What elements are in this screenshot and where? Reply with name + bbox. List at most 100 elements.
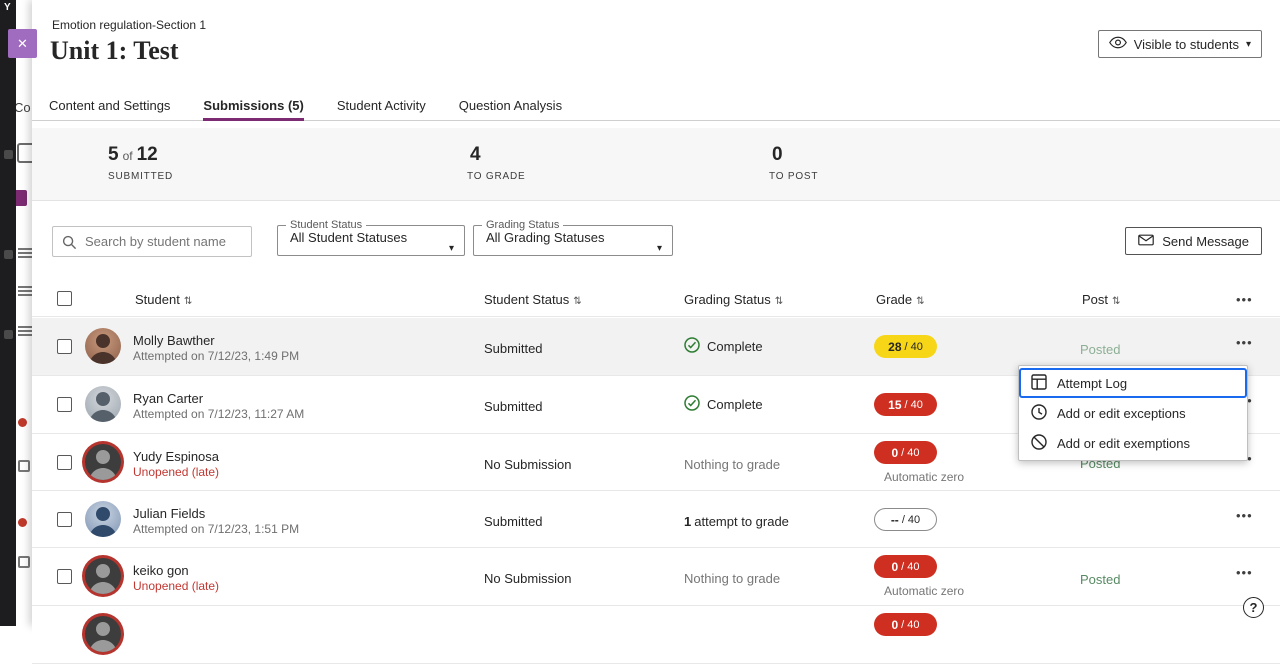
student-status-filter[interactable]: Student Status All Student Statuses ▾ — [277, 219, 465, 256]
submitted-total: 12 — [137, 144, 158, 166]
avatar — [85, 558, 121, 594]
clock-icon — [1031, 404, 1047, 423]
grading-status-label: Complete — [707, 397, 763, 412]
sort-icon[interactable]: ⇅ — [184, 296, 192, 307]
stat-submitted: 5 of 12 — [108, 144, 158, 166]
list-icon — [18, 326, 32, 336]
grade-pill[interactable]: --/ 40 — [874, 508, 937, 531]
grade-pill[interactable]: 0/ 40 — [874, 613, 937, 636]
table-header: Student⇅ Student Status⇅ Grading Status⇅… — [32, 286, 1280, 317]
table-row[interactable]: 0/ 40 — [32, 606, 1280, 664]
grading-status-filter[interactable]: Grading Status All Grading Statuses ▾ — [473, 219, 673, 256]
alert-dot-icon — [18, 418, 27, 427]
submitted-label: SUBMITTED — [108, 171, 173, 182]
stat-connector: of — [123, 149, 133, 163]
search-input[interactable] — [53, 227, 251, 256]
student-name[interactable]: Julian Fields — [133, 506, 205, 521]
tab-submissions[interactable]: Submissions (5) — [203, 90, 303, 121]
background-icon — [18, 556, 30, 568]
list-icon — [18, 248, 32, 258]
close-panel-button[interactable]: ✕ — [8, 29, 37, 58]
grading-status-label: Complete — [707, 339, 763, 354]
student-status: Submitted — [484, 399, 543, 414]
sort-icon[interactable]: ⇅ — [916, 296, 924, 307]
submitted-count: 5 — [108, 144, 119, 166]
grading-status: Nothing to grade — [684, 571, 780, 586]
menu-item-label: Add or edit exceptions — [1057, 406, 1186, 421]
grade-pill[interactable]: 0/ 40 — [874, 555, 937, 578]
attempt-info: Attempted on 7/12/23, 11:27 AM — [133, 407, 304, 421]
stat-to-post: 0 — [772, 144, 783, 166]
select-all-checkbox[interactable] — [57, 291, 72, 306]
attempt-info: Attempted on 7/12/23, 1:49 PM — [133, 349, 299, 363]
column-grade: Grade⇅ — [876, 292, 925, 307]
stats-band: 5 of 12 SUBMITTED 4 TO GRADE 0 TO POST — [32, 128, 1280, 201]
grade-pill[interactable]: 28/ 40 — [874, 335, 937, 358]
table-row[interactable]: Julian Fields Attempted on 7/12/23, 1:51… — [32, 491, 1280, 548]
menu-item-exceptions[interactable]: Add or edit exceptions — [1019, 398, 1247, 428]
menu-item-label: Add or edit exemptions — [1057, 436, 1190, 451]
sort-icon[interactable]: ⇅ — [775, 296, 783, 307]
tab-content-and-settings[interactable]: Content and Settings — [49, 90, 170, 121]
breadcrumb[interactable]: Emotion regulation-Section 1 — [52, 18, 206, 32]
stat-to-grade: 4 — [470, 144, 481, 166]
to-grade-label: TO GRADE — [467, 171, 525, 182]
sort-icon[interactable]: ⇅ — [573, 296, 581, 307]
menu-item-attempt-log[interactable]: Attempt Log — [1019, 368, 1247, 398]
header-menu-button[interactable]: ••• — [1232, 290, 1257, 309]
row-checkbox[interactable] — [57, 455, 72, 470]
background-icon — [18, 460, 30, 472]
send-message-button[interactable]: Send Message — [1125, 227, 1262, 255]
help-button[interactable]: ? — [1243, 597, 1264, 618]
row-menu-button[interactable]: ••• — [1232, 563, 1257, 582]
student-name[interactable]: Yudy Espinosa — [133, 449, 219, 464]
row-checkbox[interactable] — [57, 569, 72, 584]
send-message-label: Send Message — [1162, 234, 1249, 249]
student-name[interactable]: Molly Bawther — [133, 333, 215, 348]
chevron-down-icon: ▾ — [449, 243, 454, 254]
column-student-status: Student Status⇅ — [484, 292, 582, 307]
list-icon — [18, 286, 32, 296]
column-student: Student⇅ — [135, 292, 192, 307]
rail-icon — [4, 250, 13, 259]
sort-icon[interactable]: ⇅ — [1112, 296, 1120, 307]
row-menu-button[interactable]: ••• — [1232, 506, 1257, 525]
avatar — [85, 386, 121, 422]
grade-pill[interactable]: 15/ 40 — [874, 393, 937, 416]
row-checkbox[interactable] — [57, 339, 72, 354]
table-row[interactable]: keiko gon Unopened (late) No Submission … — [32, 548, 1280, 606]
tab-student-activity[interactable]: Student Activity — [337, 90, 426, 121]
avatar — [85, 328, 121, 364]
background-rail: Y — [0, 0, 16, 626]
grade-pill[interactable]: 0/ 40 — [874, 441, 937, 464]
post-status[interactable]: Posted — [1080, 342, 1120, 357]
row-menu-button[interactable]: ••• — [1232, 333, 1257, 352]
post-status[interactable]: Posted — [1080, 572, 1120, 587]
tab-bar: Content and Settings Submissions (5) Stu… — [32, 90, 1280, 121]
visibility-dropdown[interactable]: Visible to students ▾ — [1098, 30, 1262, 58]
student-status-filter-value: All Student Statuses — [278, 230, 464, 245]
row-checkbox[interactable] — [57, 512, 72, 527]
grading-status: Complete — [684, 337, 763, 356]
row-checkbox[interactable] — [57, 397, 72, 412]
page-title: Unit 1: Test — [50, 36, 179, 66]
student-name[interactable]: Ryan Carter — [133, 391, 203, 406]
to-post-label: TO POST — [769, 171, 818, 182]
grading-status-filter-value: All Grading Statuses — [474, 230, 672, 245]
student-status: Submitted — [484, 341, 543, 356]
rail-icon — [4, 150, 13, 159]
student-name[interactable]: keiko gon — [133, 563, 189, 578]
student-status: No Submission — [484, 571, 571, 586]
menu-item-exemptions[interactable]: Add or edit exemptions — [1019, 428, 1247, 458]
to-grade-count: 4 — [470, 144, 481, 166]
column-post: Post⇅ — [1082, 292, 1120, 307]
assessment-panel: Emotion regulation-Section 1 Unit 1: Tes… — [32, 0, 1280, 626]
student-status: Submitted — [484, 514, 543, 529]
tab-question-analysis[interactable]: Question Analysis — [459, 90, 562, 121]
automatic-zero-note: Automatic zero — [884, 470, 964, 484]
menu-item-label: Attempt Log — [1057, 376, 1127, 391]
background-menu-text: Co — [14, 100, 31, 115]
question-mark-icon: ? — [1250, 600, 1258, 615]
close-icon: ✕ — [17, 36, 28, 52]
grading-status: 1attempt to grade — [684, 514, 789, 529]
